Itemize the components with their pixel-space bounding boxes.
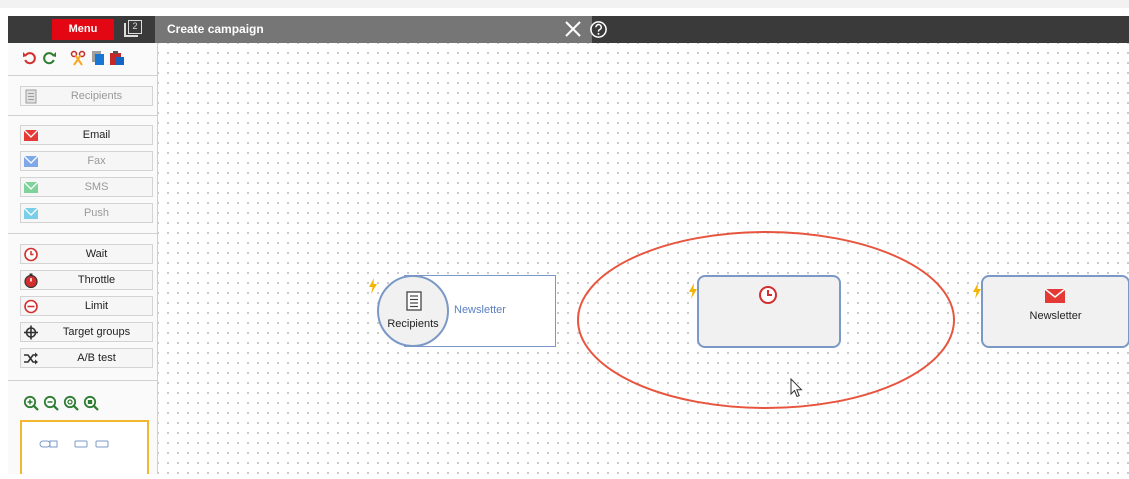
palette-item-label: Target groups bbox=[62, 326, 131, 338]
minimap-preview bbox=[39, 440, 109, 448]
zoom-out-icon[interactable] bbox=[43, 395, 59, 411]
palette-item-sms[interactable]: SMS bbox=[20, 177, 153, 197]
recipients-node[interactable]: Recipients Newsletter bbox=[366, 271, 556, 351]
close-icon[interactable] bbox=[562, 18, 584, 40]
palette-item-label: A/B test bbox=[77, 352, 116, 364]
minimap[interactable] bbox=[20, 420, 149, 474]
mouse-cursor-icon bbox=[790, 378, 803, 398]
palette-item-label: Wait bbox=[85, 248, 108, 260]
redo-icon[interactable] bbox=[41, 50, 57, 66]
window-top-margin bbox=[0, 0, 1129, 8]
document-list-icon bbox=[25, 89, 37, 104]
clock-icon bbox=[24, 247, 38, 262]
help-icon[interactable] bbox=[589, 20, 608, 39]
email-node-box: Newsletter bbox=[981, 275, 1129, 348]
shuffle-icon bbox=[24, 352, 38, 365]
palette-item-limit[interactable]: Limit bbox=[20, 296, 153, 316]
palette-item-throttle[interactable]: Throttle bbox=[20, 270, 153, 290]
palette-item-label: Recipients bbox=[70, 90, 123, 102]
envelope-icon bbox=[23, 129, 39, 141]
palette-item-ab-test[interactable]: A/B test bbox=[20, 348, 153, 368]
workflow-canvas[interactable]: Recipients Newsletter Newsletter bbox=[158, 43, 1129, 474]
recipients-node-circle: Recipients bbox=[377, 275, 449, 347]
crosshair-icon bbox=[24, 325, 38, 340]
envelope-icon bbox=[1044, 288, 1066, 303]
envelope-icon bbox=[23, 207, 39, 219]
undo-icon[interactable] bbox=[22, 50, 38, 66]
palette-item-label: SMS bbox=[84, 181, 109, 193]
palette-item-fax[interactable]: Fax bbox=[20, 151, 153, 171]
palette-divider bbox=[8, 233, 158, 234]
menu-button[interactable]: Menu bbox=[52, 19, 114, 40]
palette-item-recipients[interactable]: Recipients bbox=[20, 86, 153, 106]
document-list-icon bbox=[406, 291, 422, 311]
palette-item-wait[interactable]: Wait bbox=[20, 244, 153, 264]
palette-item-label: Throttle bbox=[77, 274, 116, 286]
highlight-ellipse bbox=[577, 231, 955, 409]
envelope-icon bbox=[23, 181, 39, 193]
email-node-label: Newsletter bbox=[1029, 310, 1082, 322]
window-count-icon[interactable]: 2 bbox=[124, 20, 143, 38]
palette-item-label: Email bbox=[82, 129, 111, 141]
recipients-node-side-label: Newsletter bbox=[454, 304, 506, 316]
palette-item-label: Push bbox=[83, 207, 110, 219]
zoom-fit-icon[interactable] bbox=[83, 395, 99, 411]
email-node[interactable]: Newsletter bbox=[970, 273, 1129, 351]
tab-create-campaign[interactable]: Create campaign bbox=[155, 16, 592, 43]
sidebar: Recipients Email Fax SMS Push Wait Throt… bbox=[8, 43, 158, 474]
copy-icon[interactable] bbox=[90, 50, 106, 66]
envelope-icon bbox=[23, 155, 39, 167]
toolbar-divider bbox=[8, 75, 158, 76]
palette-divider bbox=[8, 380, 158, 381]
cut-icon[interactable] bbox=[70, 50, 86, 66]
top-bar: Menu 2 Create campaign bbox=[8, 16, 1129, 43]
palette-item-email[interactable]: Email bbox=[20, 125, 153, 145]
palette-item-label: Fax bbox=[87, 155, 106, 167]
trigger-bolt-icon bbox=[369, 278, 377, 294]
tab-title: Create campaign bbox=[167, 22, 264, 36]
paste-icon[interactable] bbox=[109, 50, 125, 66]
palette-item-target-groups[interactable]: Target groups bbox=[20, 322, 153, 342]
palette-divider bbox=[8, 115, 158, 116]
palette-item-push[interactable]: Push bbox=[20, 203, 153, 223]
app-window: Menu 2 Create campaign Recipients Email … bbox=[0, 0, 1129, 474]
window-count-badge: 2 bbox=[128, 20, 142, 34]
recipients-node-label: Recipients bbox=[387, 318, 439, 330]
edit-toolbar bbox=[8, 43, 158, 75]
palette-item-label: Limit bbox=[84, 300, 109, 312]
zoom-reset-icon[interactable] bbox=[63, 395, 79, 411]
zoom-in-icon[interactable] bbox=[23, 395, 39, 411]
minus-circle-icon bbox=[24, 299, 38, 314]
stopwatch-icon bbox=[24, 273, 38, 288]
